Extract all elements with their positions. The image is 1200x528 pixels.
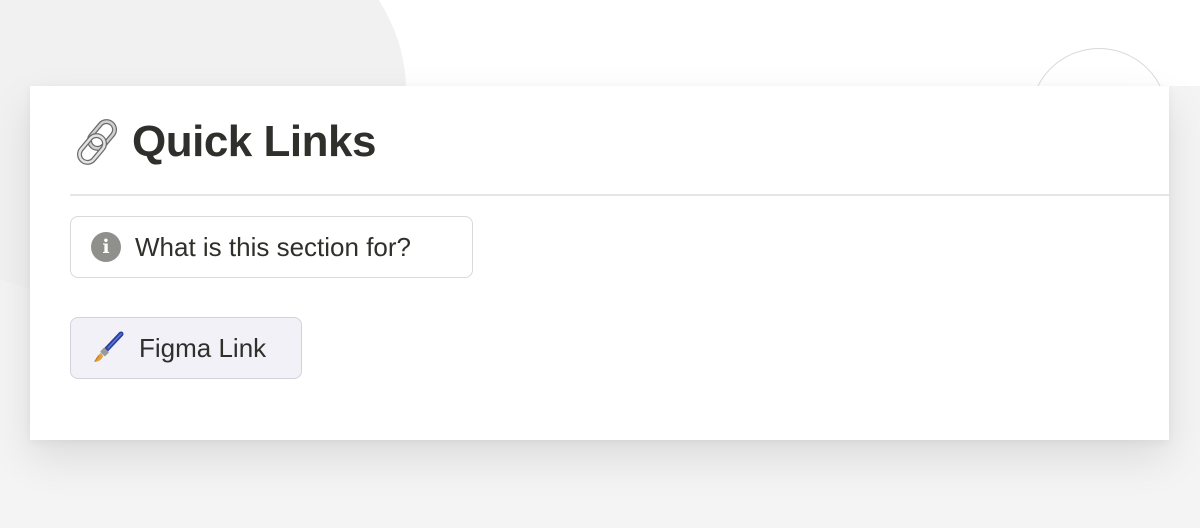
page-background: Quick Links i What is this section for? … (0, 0, 1200, 528)
info-icon: i (91, 232, 121, 262)
info-callout-button[interactable]: i What is this section for? (70, 216, 473, 278)
figma-link-label: Figma Link (139, 332, 267, 363)
section-title: Quick Links (132, 117, 376, 166)
section-heading: Quick Links (72, 116, 376, 168)
info-callout-label: What is this section for? (135, 231, 411, 262)
chain-link-icon (72, 116, 124, 168)
paintbrush-icon (91, 331, 125, 365)
figma-link-button[interactable]: Figma Link (70, 317, 302, 379)
heading-divider (70, 194, 1169, 196)
quick-links-card: Quick Links i What is this section for? … (30, 86, 1169, 440)
